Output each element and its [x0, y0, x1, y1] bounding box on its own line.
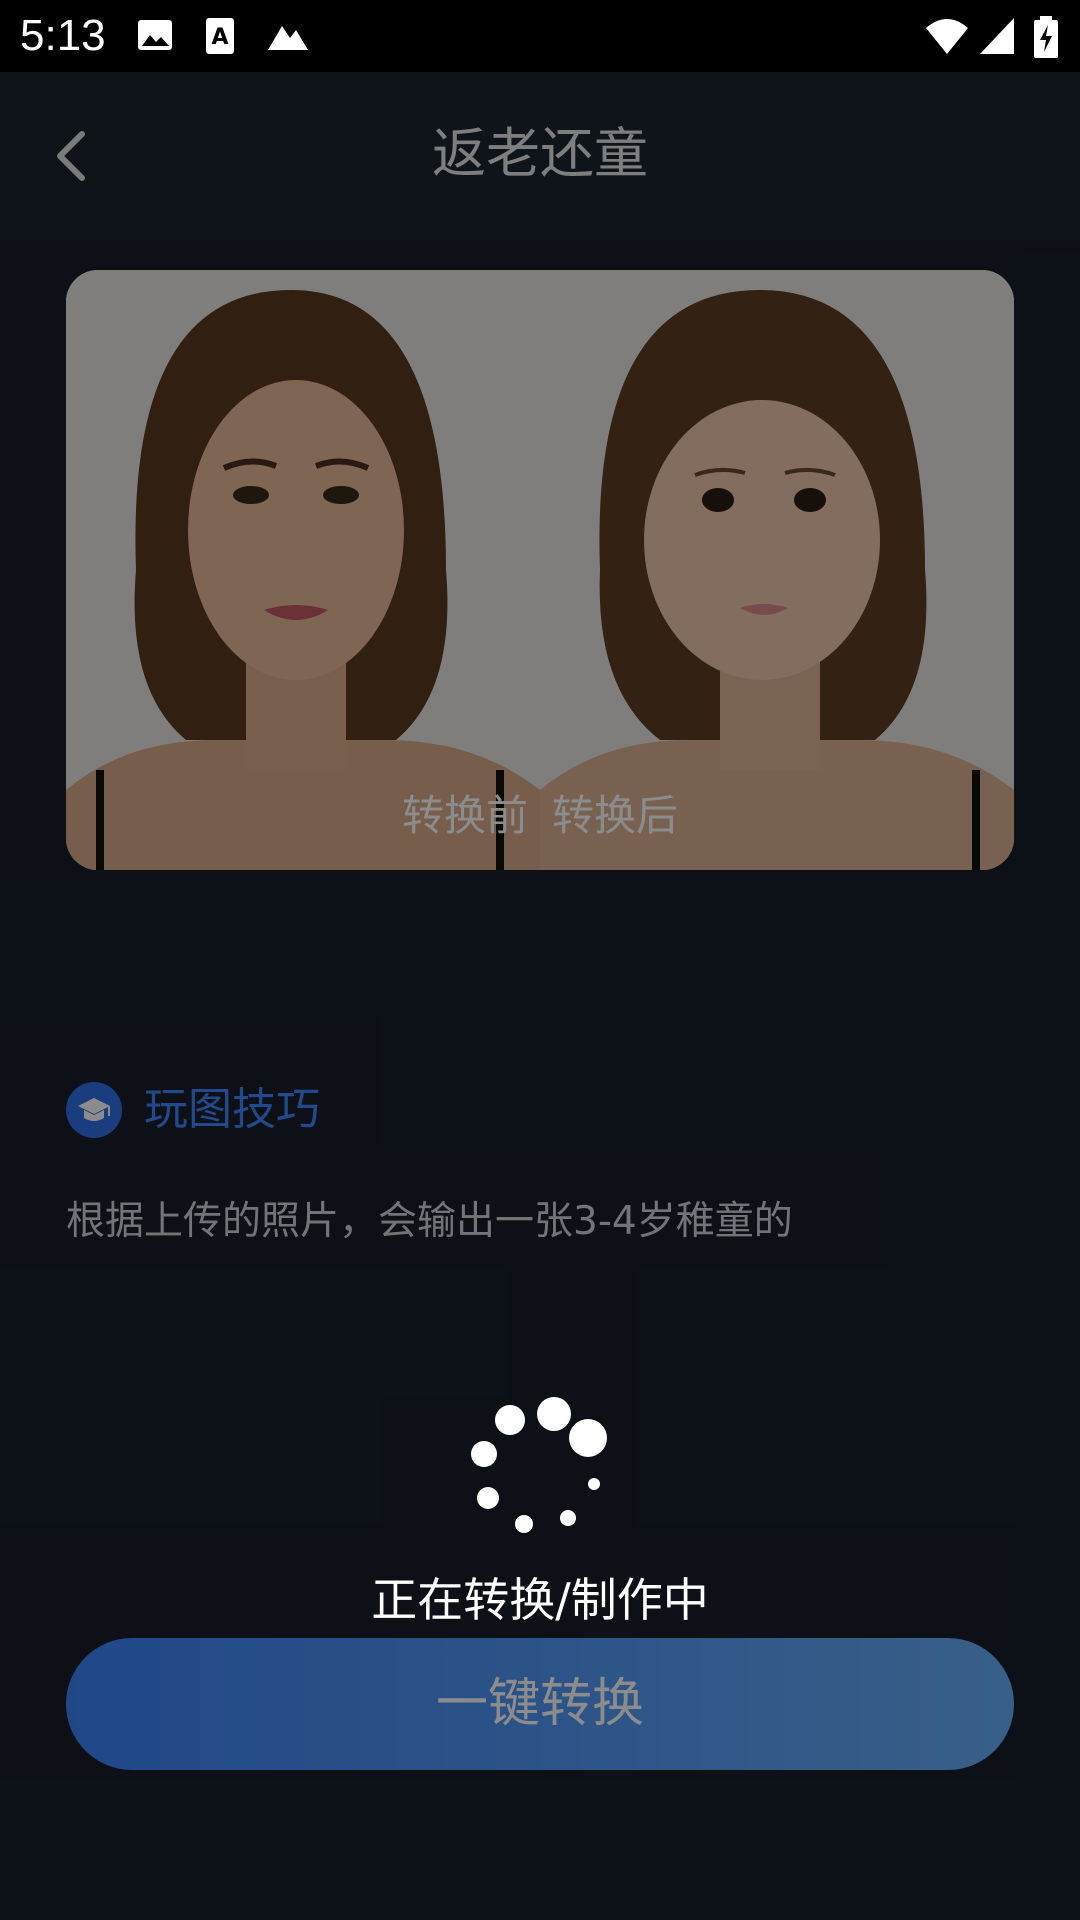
a-icon: A [206, 18, 234, 54]
status-bar: 5:13 A [0, 0, 1080, 72]
signal-icon [980, 18, 1014, 54]
image-icon [138, 20, 172, 50]
loading-overlay [0, 72, 1080, 1920]
battery-charging-icon [1034, 16, 1058, 58]
svg-text:A: A [211, 25, 228, 50]
loading-text: 正在转换/制作中 [371, 1573, 709, 1627]
mountain-icon [268, 26, 308, 50]
app-screen: 5:13 A 返老还童 转换前 转换后 玩图技巧 根据上传的照片，会输出一张3-… [0, 0, 1080, 1920]
wifi-icon [926, 19, 968, 54]
status-time: 5:13 [20, 11, 106, 60]
loading-spinner-icon [471, 1397, 607, 1533]
